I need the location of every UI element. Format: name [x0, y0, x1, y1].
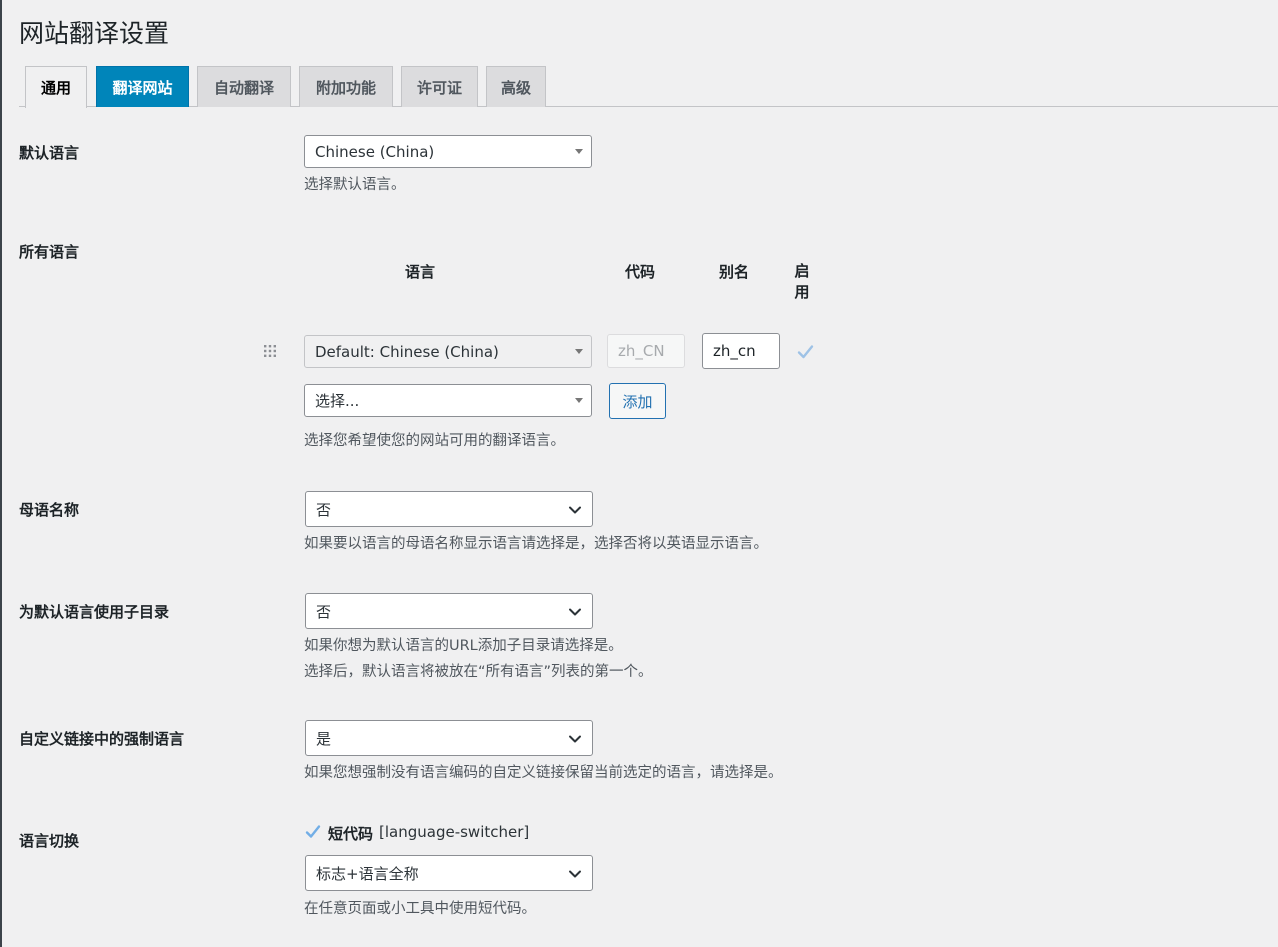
shortcode-tag: [language-switcher] [379, 823, 530, 841]
tab-license[interactable]: 许可证 [401, 66, 478, 107]
enabled-check-icon[interactable] [797, 344, 814, 360]
add-language-button[interactable]: 添加 [609, 383, 666, 419]
drag-handle-icon[interactable] [263, 344, 277, 358]
force-language-select[interactable]: 是 [305, 720, 593, 756]
language-switcher-label: 语言切换 [19, 832, 80, 850]
language-code-field: zh_CN [607, 334, 685, 368]
settings-tabs: 通用 翻译网站 自动翻译 附加功能 许可证 高级 [19, 66, 1278, 108]
chevron-down-icon [569, 870, 581, 878]
shortcode-check-icon[interactable] [305, 824, 321, 840]
default-language-value: Chinese (China) [315, 142, 435, 161]
all-languages-label: 所有语言 [19, 243, 80, 261]
force-language-value: 是 [316, 729, 332, 748]
language-switcher-value: 标志+语言全称 [316, 864, 419, 883]
native-names-label: 母语名称 [19, 501, 80, 519]
column-header-enable: 启用 [794, 262, 810, 301]
chevron-down-icon [569, 735, 581, 743]
default-language-label: 默认语言 [19, 144, 80, 162]
add-language-select[interactable]: 选择... [304, 384, 592, 417]
shortcode-option[interactable]: 短代码 [language-switcher] [328, 823, 529, 844]
chevron-down-icon [569, 608, 581, 616]
native-names-value: 否 [316, 500, 332, 519]
force-language-label: 自定义链接中的强制语言 [19, 730, 185, 748]
language-switcher-description: 在任意页面或小工具中使用短代码。 [304, 901, 536, 917]
all-languages-description: 选择您希望使您的网站可用的翻译语言。 [304, 433, 565, 449]
add-language-placeholder: 选择... [315, 392, 360, 410]
column-header-language: 语言 [404, 263, 435, 281]
force-language-description: 如果您想强制没有语言编码的自定义链接保留当前选定的语言，请选择是。 [304, 765, 783, 781]
tab-addons[interactable]: 附加功能 [299, 66, 393, 107]
default-language-description: 选择默认语言。 [304, 177, 406, 193]
shortcode-label: 短代码 [328, 825, 374, 843]
subdirectory-description-1: 如果你想为默认语言的URL添加子目录请选择是。 [304, 638, 623, 654]
admin-sidebar-edge [0, 0, 2, 947]
tab-translate-site[interactable]: 翻译网站 [96, 66, 189, 107]
caret-down-icon [575, 349, 583, 354]
language-alias-field[interactable]: zh_cn [702, 333, 780, 369]
page-title: 网站翻译设置 [19, 19, 170, 48]
default-language-select[interactable]: Chinese (China) [304, 135, 592, 168]
native-names-select[interactable]: 否 [305, 491, 593, 527]
column-header-code: 代码 [624, 263, 655, 281]
tab-general[interactable]: 通用 [25, 66, 87, 108]
column-header-alias: 别名 [718, 263, 749, 281]
subdirectory-value: 否 [316, 602, 332, 621]
caret-down-icon [575, 149, 583, 154]
subdirectory-label: 为默认语言使用子目录 [19, 603, 170, 621]
caret-down-icon [575, 398, 583, 403]
subdirectory-description-2: 选择后，默认语言将被放在“所有语言”列表的第一个。 [304, 664, 653, 680]
language-row-select: Default: Chinese (China) [304, 335, 592, 368]
subdirectory-select[interactable]: 否 [305, 593, 593, 629]
chevron-down-icon [569, 506, 581, 514]
native-names-description: 如果要以语言的母语名称显示语言请选择是，选择否将以英语显示语言。 [304, 536, 768, 552]
tab-auto-translation[interactable]: 自动翻译 [197, 66, 291, 107]
language-row-value: Default: Chinese (China) [315, 342, 499, 361]
tab-advanced[interactable]: 高级 [486, 66, 546, 107]
language-switcher-select[interactable]: 标志+语言全称 [305, 855, 593, 891]
